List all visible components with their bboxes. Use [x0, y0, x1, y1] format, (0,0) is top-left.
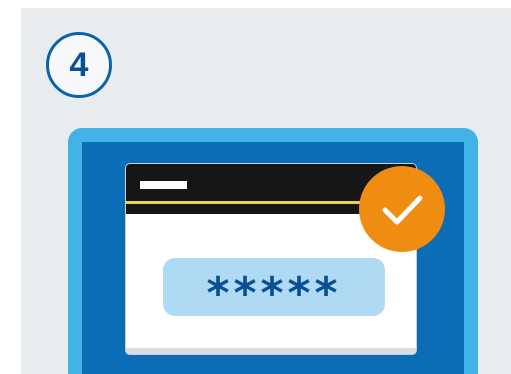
- step-number-badge: 4: [46, 32, 112, 98]
- checkmark-icon: [382, 195, 423, 225]
- browser-title-placeholder: [140, 181, 187, 189]
- password-mask: *****: [206, 268, 342, 319]
- password-field: *****: [163, 258, 385, 316]
- success-checkmark-badge: [359, 166, 445, 252]
- step-number: 4: [69, 46, 89, 84]
